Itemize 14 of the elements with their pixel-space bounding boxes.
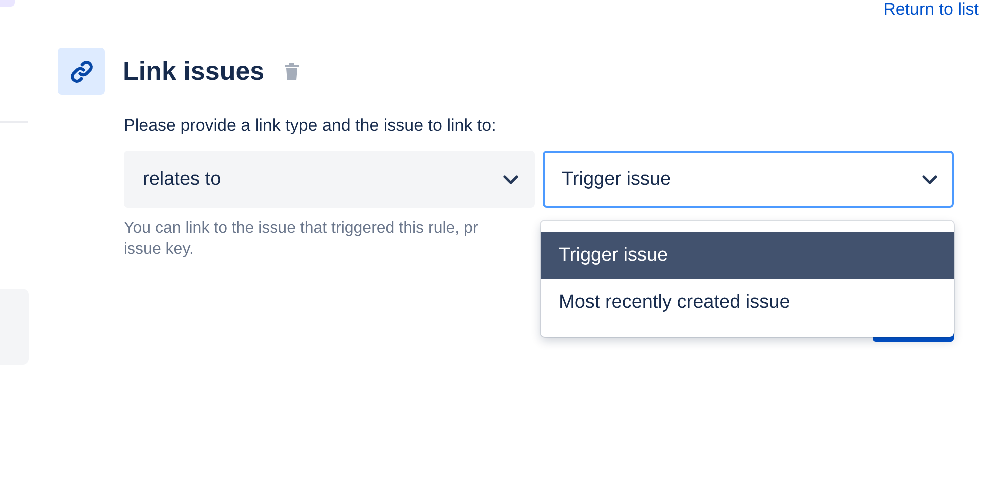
trash-icon[interactable] [284,62,299,80]
dropdown-option[interactable]: Most recently created issue [541,279,954,326]
issue-select[interactable]: Trigger issue [543,151,954,208]
link-icon [58,48,105,95]
link-type-select[interactable]: relates to [124,151,535,208]
chevron-down-icon [503,174,519,184]
action-title: Link issues [123,56,265,87]
prompt-text: Please provide a link type and the issue to link to: [124,116,498,136]
chevron-down-icon [922,174,938,184]
help-text: You can link to the issue that triggered this rule, pr [124,219,478,239]
return-link[interactable]: Return to list [884,0,979,20]
badge [0,0,15,7]
dropdown-option[interactable]: Trigger issue [541,232,954,279]
help-text: issue key. [124,240,194,260]
